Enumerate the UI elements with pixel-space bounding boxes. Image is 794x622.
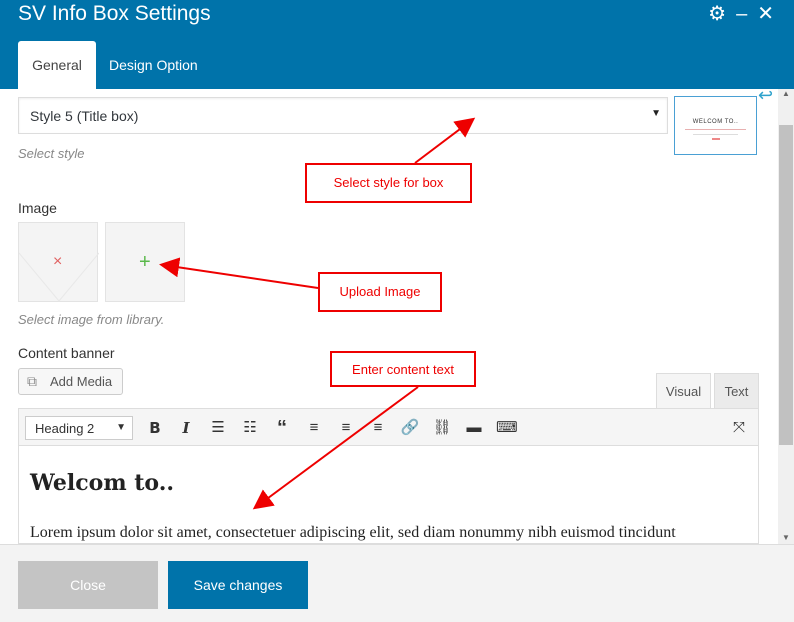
close-button[interactable]: Close	[18, 561, 158, 609]
arrow-to-content	[252, 386, 419, 510]
save-changes-label: Save changes	[193, 577, 283, 593]
arrow-to-style-select	[414, 117, 476, 164]
annotation-upload-image: Upload Image	[318, 272, 442, 312]
arrow-to-upload-image	[159, 257, 319, 289]
annotation-select-style: Select style for box	[305, 163, 472, 203]
close-button-label: Close	[70, 577, 106, 593]
save-changes-button[interactable]: Save changes	[168, 561, 308, 609]
annotation-enter-content: Enter content text	[330, 351, 476, 387]
